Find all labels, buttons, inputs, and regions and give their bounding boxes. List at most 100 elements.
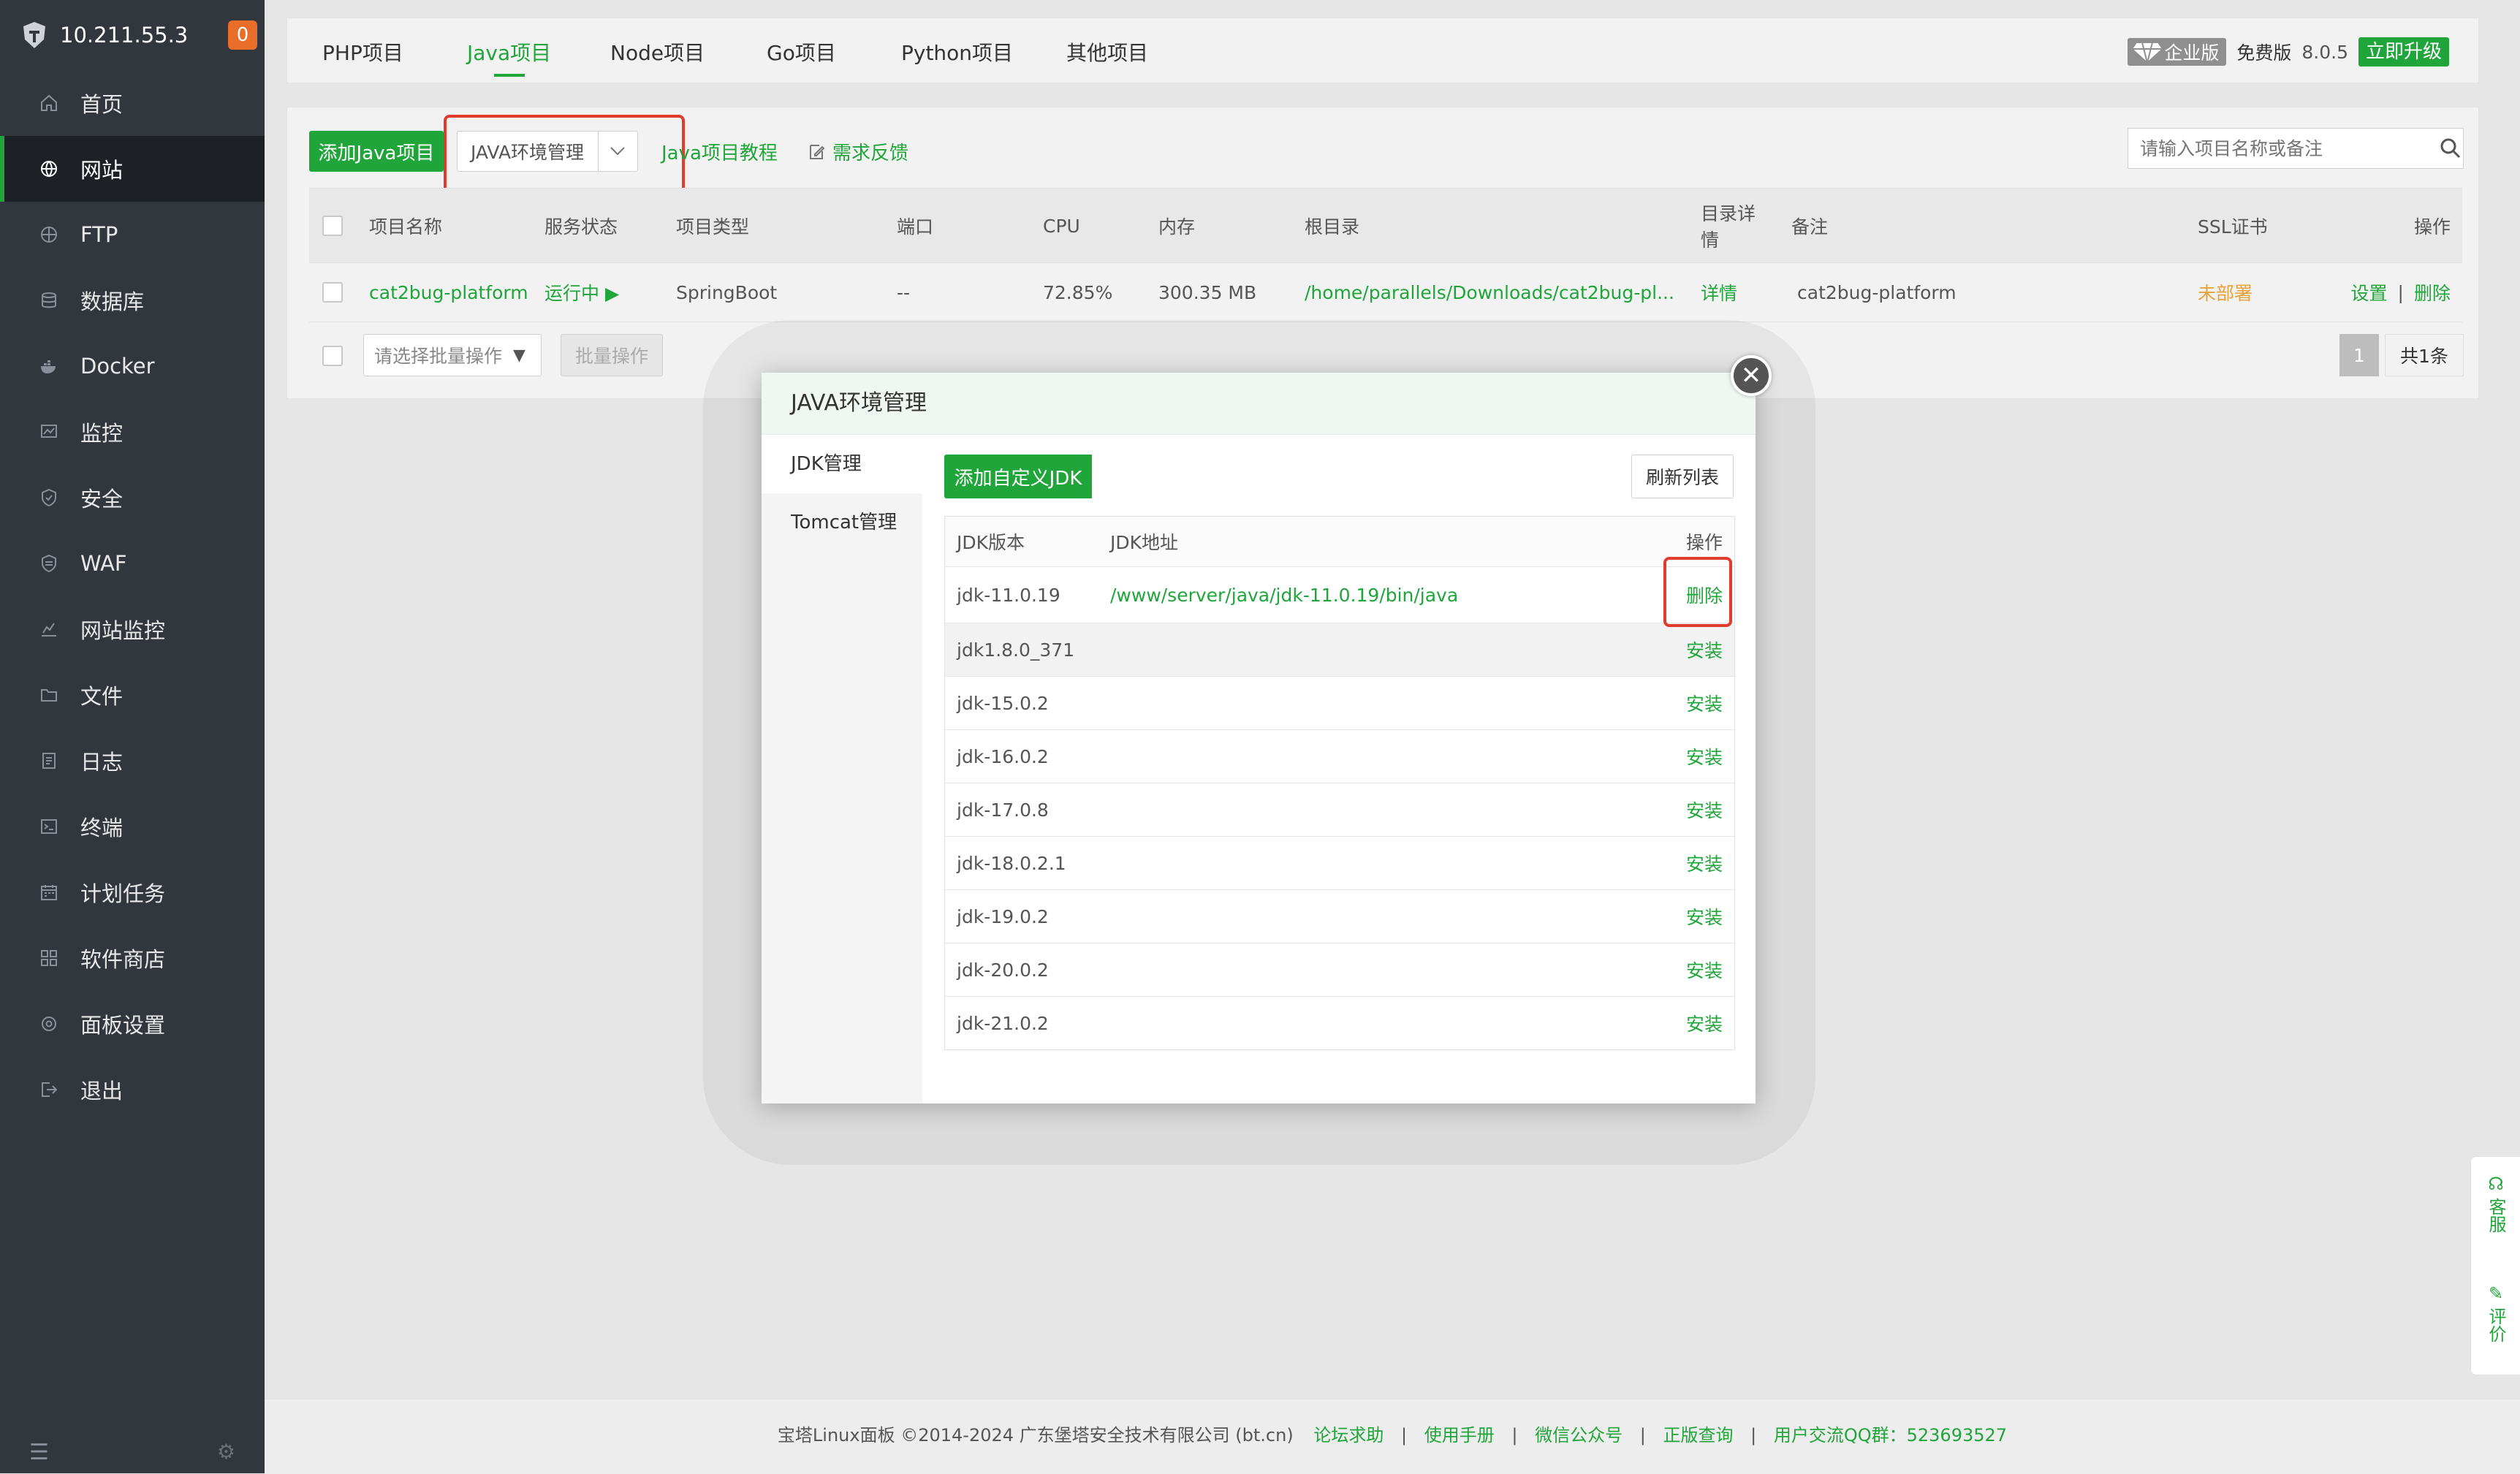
- jdk-install-link[interactable]: 安装: [1686, 997, 1723, 1049]
- ssl-status[interactable]: 未部署: [2198, 263, 2253, 322]
- sidebar-item-panel-settings[interactable]: 面板设置: [0, 991, 265, 1057]
- sidebar-item-home[interactable]: 首页: [0, 70, 265, 136]
- sidebar-item-logs[interactable]: 日志: [0, 728, 265, 794]
- service-label: 客服: [2486, 1198, 2506, 1233]
- project-root-link[interactable]: /home/parallels/Downloads/cat2bug-pl...: [1305, 263, 1674, 322]
- enterprise-label: 企业版: [2164, 42, 2220, 64]
- batch-checkbox[interactable]: [322, 346, 343, 366]
- projects-table-header: 项目名称 服务状态 项目类型 端口 CPU 内存 根目录 目录详 情 备注 SS…: [309, 188, 2462, 263]
- manual-link[interactable]: 使用手册: [1424, 1425, 1495, 1445]
- add-java-project-button[interactable]: 添加Java项目: [309, 131, 444, 172]
- sidebar-item-label: FTP: [80, 222, 118, 247]
- search-icon[interactable]: [2440, 137, 2462, 159]
- batch-operation-button[interactable]: 批量操作: [561, 334, 663, 376]
- jdk-version: jdk-17.0.8: [957, 799, 1049, 821]
- sidebar-item-files[interactable]: 文件: [0, 662, 265, 728]
- upgrade-button[interactable]: 立即升级: [2358, 37, 2449, 67]
- jdk-version: jdk-20.0.2: [957, 959, 1049, 981]
- batch-operation-select[interactable]: 请选择批量操作 ▼: [363, 334, 542, 376]
- settings-link[interactable]: 设置: [2351, 279, 2388, 305]
- search-input[interactable]: [2138, 137, 2426, 160]
- batch-select-label: 请选择批量操作: [374, 346, 503, 367]
- status-running[interactable]: 运行中 ▶: [544, 263, 619, 322]
- sidebar-item-website[interactable]: 网站: [0, 136, 265, 202]
- edit-icon: [810, 144, 825, 159]
- project-remark[interactable]: cat2bug-platform: [1797, 263, 1957, 322]
- jdk-install-link[interactable]: 安装: [1686, 783, 1723, 836]
- close-icon[interactable]: ✕: [1731, 355, 1772, 396]
- row-checkbox[interactable]: [322, 282, 343, 303]
- col-memory: 内存: [1158, 216, 1196, 238]
- feedback-link[interactable]: 需求反馈: [808, 138, 908, 165]
- review-button[interactable]: ✎ 评价: [2471, 1283, 2520, 1342]
- sidebar-item-logout[interactable]: 退出: [0, 1057, 265, 1122]
- jdk-row: jdk-18.0.2.1 安装: [945, 837, 1734, 890]
- tab-jdk-manage[interactable]: JDK管理: [762, 435, 922, 493]
- gear-icon[interactable]: ⚙: [217, 1440, 235, 1464]
- col-status: 服务状态: [544, 216, 618, 238]
- tab-tomcat-manage[interactable]: Tomcat管理: [762, 493, 922, 552]
- sidebar-item-security[interactable]: 安全: [0, 465, 265, 531]
- tab-go[interactable]: Go项目: [767, 18, 836, 84]
- apps-icon: [38, 947, 60, 969]
- sidebar-item-cron[interactable]: 计划任务: [0, 859, 265, 925]
- jdk-version: jdk1.8.0_371: [957, 639, 1075, 661]
- settings-icon: [38, 1013, 60, 1035]
- tab-python[interactable]: Python项目: [901, 18, 1013, 84]
- free-edition-label: 免费版: [2236, 42, 2292, 64]
- jdk-install-link[interactable]: 安装: [1686, 837, 1723, 889]
- jdk-install-link[interactable]: 安装: [1686, 890, 1723, 943]
- tab-php[interactable]: PHP项目: [322, 18, 403, 84]
- sidebar-item-terminal[interactable]: 终端: [0, 794, 265, 859]
- add-custom-jdk-button[interactable]: 添加自定义JDK: [944, 455, 1096, 498]
- sidebar-item-database[interactable]: 数据库: [0, 267, 265, 333]
- page-number-current[interactable]: 1: [2339, 334, 2379, 376]
- wechat-link[interactable]: 微信公众号: [1535, 1425, 1623, 1445]
- version-number: 8.0.5: [2301, 41, 2348, 63]
- java-tutorial-link[interactable]: Java项目教程: [661, 138, 778, 165]
- sidebar-footer: ☰ ⚙: [0, 1429, 265, 1473]
- jdk-version: jdk-16.0.2: [957, 745, 1049, 767]
- tab-node[interactable]: Node项目: [610, 18, 705, 84]
- jdk-install-link[interactable]: 安装: [1686, 677, 1723, 729]
- edit-review-icon: ✎: [2488, 1283, 2504, 1304]
- jdk-table-header: JDK版本 JDK地址 操作: [945, 517, 1734, 567]
- tab-other[interactable]: 其他项目: [1066, 18, 1148, 84]
- review-label: 评价: [2486, 1307, 2506, 1342]
- collapse-menu-icon[interactable]: ☰: [29, 1440, 49, 1465]
- footer-sep: |: [1750, 1425, 1757, 1445]
- forum-link[interactable]: 论坛求助: [1313, 1425, 1384, 1445]
- jdk-path[interactable]: /www/server/java/jdk-11.0.19/bin/java: [1110, 567, 1458, 623]
- jdk-install-link[interactable]: 安装: [1686, 623, 1723, 676]
- refresh-list-button[interactable]: 刷新列表: [1631, 455, 1734, 498]
- jdk-install-link[interactable]: 安装: [1686, 730, 1723, 783]
- delete-link[interactable]: 删除: [2414, 279, 2451, 305]
- col-detail-line2: 情: [1701, 229, 1720, 251]
- sidebar-item-waf[interactable]: WAF: [0, 531, 265, 596]
- detail-link[interactable]: 详情: [1701, 263, 1737, 322]
- col-name: 项目名称: [369, 216, 443, 238]
- footer-sep: |: [1400, 1425, 1408, 1445]
- calendar-icon: [38, 881, 60, 903]
- sidebar-item-monitor[interactable]: 监控: [0, 399, 265, 465]
- select-all-checkbox[interactable]: [322, 216, 343, 236]
- enterprise-badge[interactable]: 企业版: [2128, 38, 2227, 66]
- sidebar-item-label: 面板设置: [80, 1013, 166, 1038]
- genuine-link[interactable]: 正版查询: [1663, 1425, 1733, 1445]
- terminal-icon: [38, 816, 60, 837]
- customer-service-button[interactable]: ☊ 客服: [2471, 1173, 2520, 1233]
- sidebar-item-docker[interactable]: Docker: [0, 333, 265, 399]
- project-cpu: 72.85%: [1043, 281, 1113, 303]
- notification-badge[interactable]: 0: [228, 20, 257, 50]
- project-search: [2128, 128, 2464, 169]
- col-detail: 目录详 情: [1701, 189, 1756, 263]
- qq-group-link[interactable]: 用户交流QQ群：523693527: [1774, 1425, 2007, 1445]
- jdk-install-link[interactable]: 安装: [1686, 943, 1723, 996]
- col-ops: 操作: [2413, 216, 2451, 238]
- sidebar-item-label: 数据库: [80, 289, 145, 314]
- tab-java[interactable]: Java项目: [467, 18, 551, 84]
- sidebar-item-site-monitor[interactable]: 网站监控: [0, 596, 265, 662]
- project-name-link[interactable]: cat2bug-platform: [369, 263, 528, 322]
- sidebar-item-ftp[interactable]: FTP: [0, 202, 265, 267]
- sidebar-item-app-store[interactable]: 软件商店: [0, 925, 265, 991]
